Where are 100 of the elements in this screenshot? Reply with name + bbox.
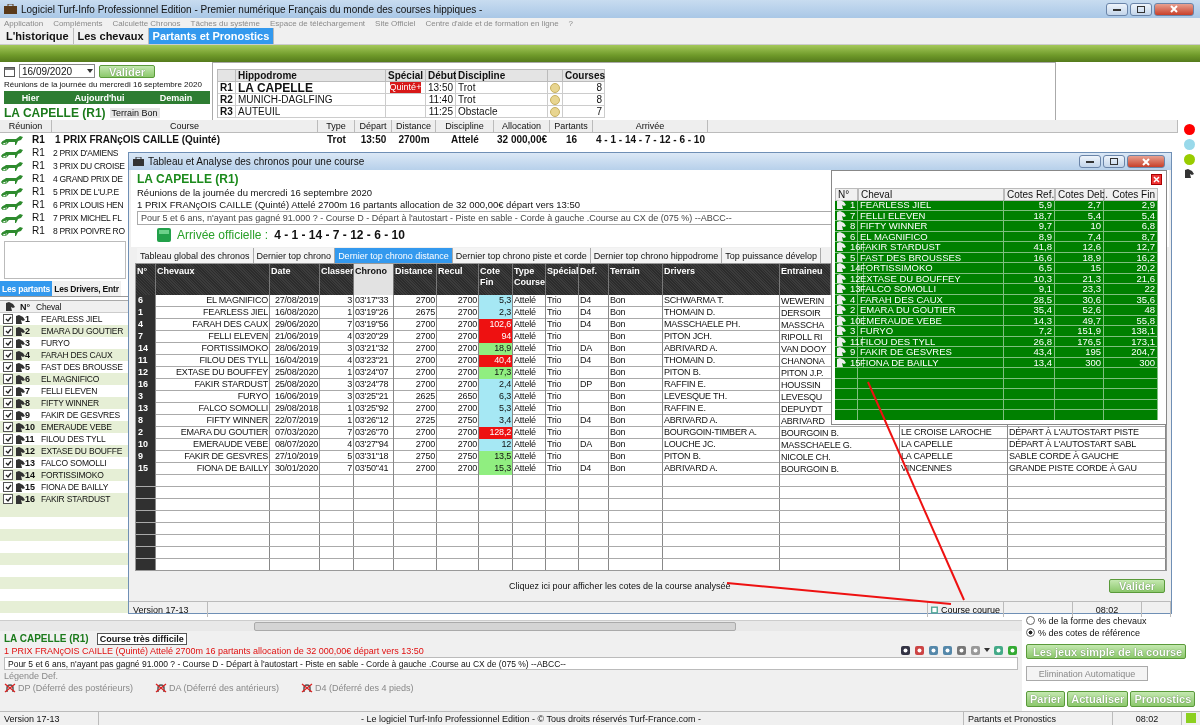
status-dot[interactable]: [1183, 139, 1195, 150]
table-cell: ABRIVARD A.: [663, 415, 780, 427]
runner-name[interactable]: FILOU DES TYLL: [39, 434, 106, 444]
checkbox[interactable]: [3, 326, 13, 336]
table-cell: FEARLESS JIEL: [156, 307, 270, 319]
date-select[interactable]: 16/09/2020: [19, 64, 95, 78]
checkbox[interactable]: [3, 398, 13, 408]
radio-button[interactable]: [1026, 616, 1035, 625]
close-button[interactable]: [1151, 174, 1162, 185]
close-button[interactable]: [1127, 155, 1165, 168]
runner-name[interactable]: FIFTY WINNER: [39, 398, 99, 408]
window-title: Logiciel Turf-Info Professionnel Edition - Premier numérique Français du monde des courses hippiques -: [21, 3, 483, 15]
runner-name[interactable]: EMARA DU GOUTIER: [39, 326, 124, 336]
tab[interactable]: Top puissance dévelop: [722, 248, 821, 263]
checkbox[interactable]: [3, 374, 13, 384]
table-cell[interactable]: AUTEUIL: [236, 106, 386, 118]
runner-name[interactable]: EMERAUDE VEBE: [39, 422, 112, 432]
table-cell[interactable]: MUNICH-DAGLFING: [236, 94, 386, 106]
checkbox[interactable]: [3, 458, 13, 468]
search-icon[interactable]: [928, 645, 939, 656]
runner-number: 9: [25, 410, 31, 420]
table-cell: 12,6: [1055, 242, 1104, 252]
table-cell[interactable]: LA CAPELLE: [236, 82, 386, 94]
checkbox[interactable]: [3, 422, 13, 432]
runner-name[interactable]: FAKIR DE GESVRES: [39, 410, 120, 420]
day-link[interactable]: Hier: [21, 92, 40, 103]
table-cell-text: 32 000,00€: [496, 134, 549, 145]
runner-number: 6: [25, 374, 31, 384]
checkbox[interactable]: [3, 482, 13, 492]
table-cell: 3: [320, 379, 354, 391]
checkbox[interactable]: [3, 362, 13, 372]
maximize-button[interactable]: [1103, 155, 1125, 168]
table-cell: 13,4: [1004, 357, 1055, 367]
column-header[interactable]: Classer: [320, 264, 354, 295]
column-header[interactable]: Terrain: [609, 264, 663, 295]
column-header[interactable]: Recul: [437, 264, 479, 295]
status-dot[interactable]: [1183, 154, 1195, 165]
tab[interactable]: Dernier top chrono: [253, 248, 336, 263]
tab[interactable]: Les Drivers, Entr: [52, 281, 121, 296]
calendar-icon[interactable]: [4, 65, 15, 77]
runner-number: 3: [25, 338, 31, 348]
binoculars-icon[interactable]: [900, 645, 911, 656]
table-cell-text: R1: [31, 212, 46, 223]
checkbox[interactable]: [3, 446, 13, 456]
maximize-button[interactable]: [1130, 2, 1152, 16]
conditions-field: Pour 5 et 6 ans, n'ayant pas gagné 91.000 ? - Course D - Départ à l'autostart - Piste en sable - Corde à gauche .Course au CX de (075 %) --ABCC--: [4, 657, 1018, 670]
checkbox[interactable]: [3, 386, 13, 396]
runner-name[interactable]: FAST DES BROUSSE: [39, 362, 123, 372]
minimize-button[interactable]: [1106, 2, 1128, 16]
checkbox[interactable]: [3, 338, 13, 348]
checkbox[interactable]: [3, 410, 13, 420]
runner-name[interactable]: EXTASE DU BOUFFE: [39, 446, 123, 456]
course-button[interactable]: Course courue: [928, 602, 1004, 617]
horizontal-scrollbar[interactable]: [0, 620, 1022, 631]
column-header[interactable]: Chrono: [354, 264, 394, 295]
radio-button[interactable]: [1026, 628, 1035, 637]
close-icon: [1170, 5, 1178, 13]
column-header[interactable]: Drivers: [663, 264, 780, 295]
caret-icon[interactable]: [984, 648, 990, 653]
checkbox[interactable]: [3, 350, 13, 360]
checkbox[interactable]: [3, 494, 13, 504]
column-header[interactable]: Entraineu: [780, 264, 831, 295]
column-header[interactable]: Cote Fin: [479, 264, 513, 295]
table-cell: EMARA DU GOUTIER: [858, 305, 1004, 315]
checkbox[interactable]: [3, 434, 13, 444]
tab[interactable]: Dernier top chrono piste et corde: [452, 248, 591, 263]
table-cell: WEWERIN: [781, 296, 825, 306]
column-header[interactable]: Date: [270, 264, 320, 295]
runner-name[interactable]: EL MAGNIFICO: [39, 374, 100, 384]
calendar-icon[interactable]: [914, 645, 925, 656]
column-header[interactable]: Distance: [394, 264, 437, 295]
day-link[interactable]: Demain: [159, 92, 193, 103]
day-link[interactable]: Aujourd'hui: [74, 92, 125, 103]
zoom-icon[interactable]: [942, 645, 953, 656]
checkbox[interactable]: [3, 314, 13, 324]
tab[interactable]: Tableau global des chronos: [137, 248, 254, 263]
checkbox[interactable]: [3, 470, 13, 480]
tools-icon[interactable]: [956, 645, 967, 656]
status-dot[interactable]: [1183, 124, 1195, 135]
runner-name[interactable]: FAKIR STARDUST: [39, 494, 111, 504]
close-button[interactable]: [1154, 2, 1194, 16]
tab[interactable]: Dernier top chrono hippodrome: [590, 248, 723, 263]
export-icon[interactable]: [1007, 645, 1018, 656]
column-header[interactable]: Type Course: [513, 264, 546, 295]
runner-name[interactable]: FALCO SOMOLLI: [39, 458, 107, 468]
table-cell: FIONA DE BAILLY: [156, 463, 270, 475]
runner-name[interactable]: FIONA DE BAILLY: [39, 482, 109, 492]
column-header[interactable]: N°: [136, 264, 156, 295]
scrollbar-thumb[interactable]: [254, 621, 736, 631]
column-header[interactable]: Def.: [579, 264, 609, 295]
row-header: [136, 547, 156, 558]
column-header[interactable]: Chevaux: [156, 264, 270, 295]
runner-name[interactable]: FEARLESS JIEL: [39, 314, 103, 324]
column-header[interactable]: Spécial: [546, 264, 579, 295]
runner-name[interactable]: FELLI ELEVEN: [39, 386, 98, 396]
runner-name[interactable]: FURYO: [39, 338, 70, 348]
runner-name[interactable]: FORTISSIMOKO: [39, 470, 104, 480]
runner-name[interactable]: FARAH DES CAUX: [39, 350, 113, 360]
table-cell: 12,7: [1104, 242, 1158, 252]
minimize-button[interactable]: [1079, 155, 1101, 168]
